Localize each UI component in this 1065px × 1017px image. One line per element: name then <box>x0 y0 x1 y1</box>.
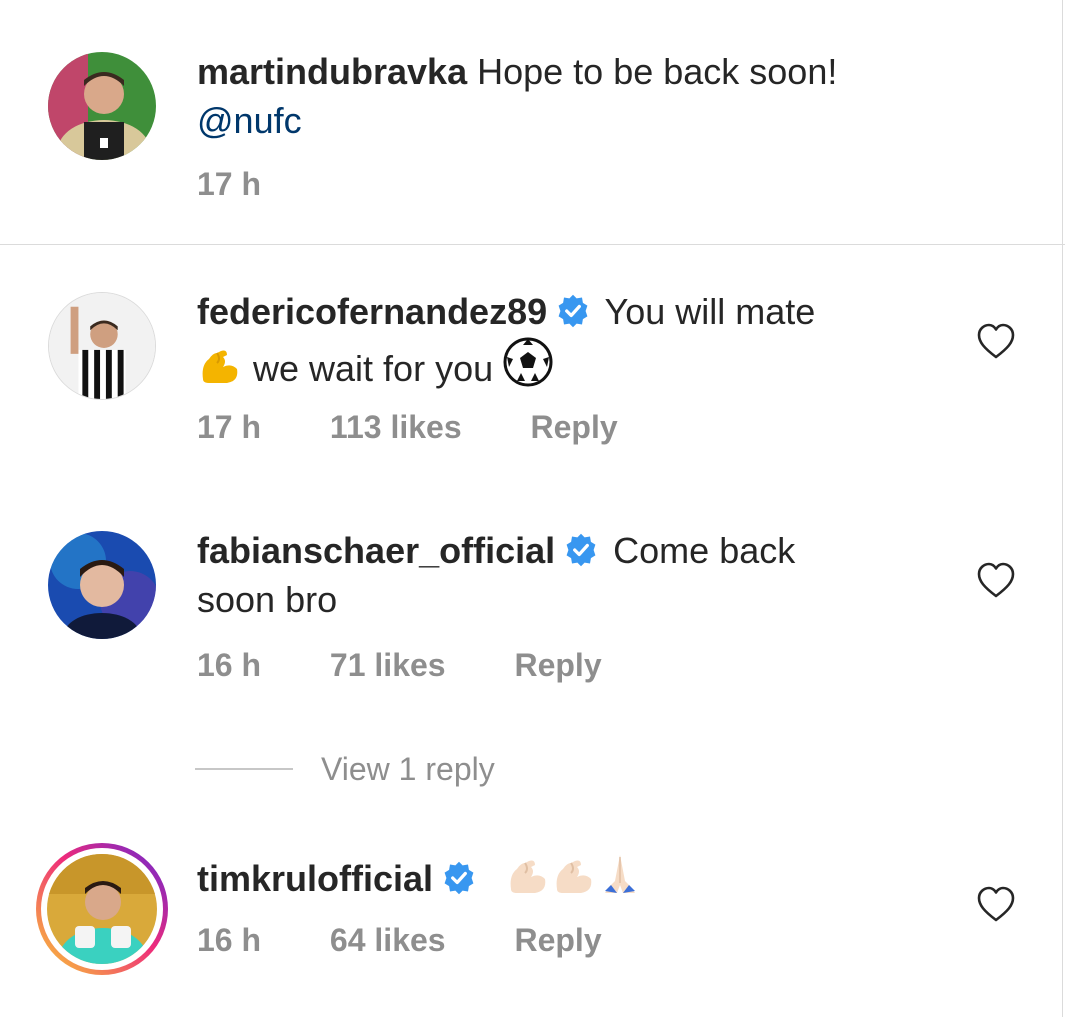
comment-2-line-1: fabianschaer_official Come back <box>197 527 795 575</box>
comment-2-likes[interactable]: 71 likes <box>330 645 446 685</box>
right-border <box>1062 0 1063 1017</box>
flexed-biceps-icon <box>197 341 243 399</box>
flexed-biceps-light-icon <box>551 851 597 909</box>
comment-3-line-1: timkrulofficial <box>197 851 643 909</box>
comment-3-meta: 16 h 64 likes Reply <box>197 920 602 960</box>
view-replies-line <box>195 768 293 770</box>
comment-1-meta: 17 h 113 likes Reply <box>197 407 618 447</box>
verified-badge-icon <box>563 532 599 568</box>
comment-3-reply-button[interactable]: Reply <box>514 920 601 960</box>
comment-1-time: 17 h <box>197 409 262 445</box>
comment-2-reply-button[interactable]: Reply <box>514 645 601 685</box>
verified-badge-icon <box>555 293 591 329</box>
avatar-fabianschaer_official[interactable] <box>48 531 156 639</box>
caption-text: Hope to be back soon! <box>477 51 838 92</box>
caption-divider <box>0 244 1065 245</box>
view-replies-label[interactable]: View 1 reply <box>321 751 495 788</box>
comment-3-time: 16 h <box>197 922 262 958</box>
caption-line-2: @nufc <box>197 97 302 145</box>
verified-badge-icon <box>441 860 477 896</box>
avatar-federicofernandez89[interactable] <box>48 292 156 400</box>
caption-username[interactable]: martindubravka <box>197 51 467 92</box>
caption-mention[interactable]: @nufc <box>197 100 302 141</box>
comment-3-username[interactable]: timkrulofficial <box>197 858 433 899</box>
caption-line-1: martindubravka Hope to be back soon! <box>197 48 837 96</box>
comment-1-likes[interactable]: 113 likes <box>330 407 462 447</box>
comment-2-meta: 16 h 71 likes Reply <box>197 645 602 685</box>
comment-2-text-1: Come back <box>613 530 796 571</box>
like-heart-icon[interactable] <box>976 322 1016 362</box>
soccer-ball-icon <box>503 337 553 399</box>
view-replies-button[interactable]: View 1 reply <box>195 745 495 793</box>
folded-hands-light-icon <box>597 851 643 909</box>
avatar-timkrulofficial[interactable] <box>36 843 168 975</box>
flexed-biceps-light-icon <box>505 851 551 909</box>
comment-2-line-2: soon bro <box>197 576 337 624</box>
comment-1-line-2: we wait for you <box>197 337 553 399</box>
comment-1-line-1: federicofernandez89 You will mate <box>197 288 815 336</box>
caption-meta: 17 h <box>197 164 261 204</box>
comment-3-likes[interactable]: 64 likes <box>330 920 446 960</box>
comment-1-reply-button[interactable]: Reply <box>531 407 618 447</box>
caption-time: 17 h <box>197 166 262 202</box>
like-heart-icon[interactable] <box>976 561 1016 601</box>
comment-2-text-2: soon bro <box>197 579 338 620</box>
comment-1-username[interactable]: federicofernandez89 <box>197 291 547 332</box>
comment-1-text-2: we wait for you <box>253 348 494 389</box>
comment-2-time: 16 h <box>197 647 262 683</box>
comment-2-username[interactable]: fabianschaer_official <box>197 530 555 571</box>
avatar-martindubravka[interactable] <box>48 52 156 160</box>
comment-1-text-1: You will mate <box>604 291 816 332</box>
like-heart-icon[interactable] <box>976 885 1016 925</box>
